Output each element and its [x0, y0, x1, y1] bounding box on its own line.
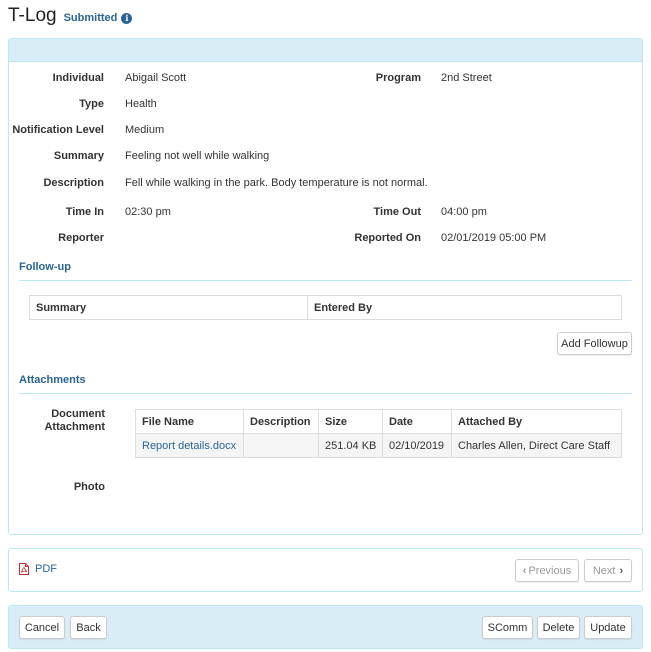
notification-level-label: Notification Level	[12, 124, 104, 136]
previous-label: Previous	[528, 564, 572, 577]
notification-level-value: Medium	[125, 124, 165, 136]
time-out-value: 04:00 pm	[441, 206, 487, 218]
tlog-details-panel: Individual Abigail Scott Program 2nd Str…	[8, 38, 643, 535]
col-file-name[interactable]: File Name	[135, 409, 244, 434]
date-cell: 02/10/2019	[382, 433, 452, 458]
description-value: Fell while walking in the park. Body tem…	[125, 177, 428, 189]
delete-button[interactable]: Delete	[537, 616, 580, 639]
followup-section-title: Follow-up	[19, 261, 71, 273]
time-in-value: 02:30 pm	[125, 206, 171, 218]
col-attached-by[interactable]: Attached By	[451, 409, 622, 434]
description-label: Description	[43, 177, 104, 189]
program-value: 2nd Street	[441, 72, 492, 84]
next-button[interactable]: Next ›	[584, 559, 632, 582]
type-value: Health	[125, 98, 157, 110]
attachments-table: File Name Description Size Date Attached…	[135, 409, 622, 458]
file-link[interactable]: Report details.docx	[142, 440, 236, 452]
col-size[interactable]: Size	[318, 409, 383, 434]
attachments-divider	[19, 393, 632, 394]
pdf-link[interactable]: PDF	[19, 563, 57, 575]
reported-on-label: Reported On	[354, 232, 421, 244]
panel-heading	[9, 39, 642, 62]
reporter-label: Reporter	[58, 232, 104, 244]
page-header: T-Log Submitted i	[8, 5, 133, 31]
description-cell	[243, 433, 319, 458]
status-text: Submitted	[63, 12, 118, 24]
individual-label: Individual	[52, 72, 104, 84]
status-badge: Submitted i	[64, 12, 133, 24]
scomm-button[interactable]: SComm	[482, 616, 533, 639]
chevron-right-icon: ›	[619, 564, 624, 577]
reported-on-value: 02/01/2019 05:00 PM	[441, 232, 547, 244]
pdf-panel: PDF ‹ Previous Next ›	[8, 548, 643, 592]
followup-divider	[19, 280, 632, 281]
col-date[interactable]: Date	[382, 409, 452, 434]
info-icon[interactable]: i	[121, 12, 133, 24]
cancel-button[interactable]: Cancel	[19, 616, 65, 639]
table-row: Report details.docx 251.04 KB 02/10/2019…	[135, 433, 622, 458]
followup-header-row: Summary Entered By	[29, 295, 622, 320]
next-label: Next	[592, 564, 616, 577]
update-button[interactable]: Update	[584, 616, 632, 639]
summary-label: Summary	[53, 150, 104, 162]
page-title: T-Log	[8, 5, 57, 26]
attachments-section-title: Attachments	[19, 374, 86, 386]
back-button[interactable]: Back	[70, 616, 107, 639]
photo-label: Photo	[73, 481, 105, 493]
followup-col-summary[interactable]: Summary	[29, 295, 308, 320]
type-label: Type	[79, 98, 104, 110]
attachments-header-row: File Name Description Size Date Attached…	[135, 409, 622, 434]
previous-button[interactable]: ‹ Previous	[515, 559, 579, 582]
pdf-icon	[19, 563, 29, 575]
time-in-label: Time In	[65, 206, 104, 218]
individual-value: Abigail Scott	[125, 72, 187, 84]
summary-value: Feeling not well while walking	[125, 150, 270, 162]
time-out-label: Time Out	[373, 206, 421, 218]
chevron-left-icon: ‹	[522, 564, 527, 577]
footer-action-bar: Cancel Back SComm Delete Update	[8, 605, 643, 649]
followup-table: Summary Entered By	[29, 295, 622, 320]
col-description[interactable]: Description	[243, 409, 319, 434]
program-label: Program	[375, 72, 421, 84]
file-name-cell[interactable]: Report details.docx	[135, 433, 244, 458]
pdf-label: PDF	[35, 563, 57, 575]
document-attachment-label: Document Attachment	[44, 408, 105, 433]
followup-col-entered-by[interactable]: Entered By	[307, 295, 622, 320]
add-followup-button[interactable]: Add Followup	[557, 332, 632, 355]
size-cell: 251.04 KB	[318, 433, 383, 458]
attached-by-cell: Charles Allen, Direct Care Staff	[451, 433, 622, 458]
